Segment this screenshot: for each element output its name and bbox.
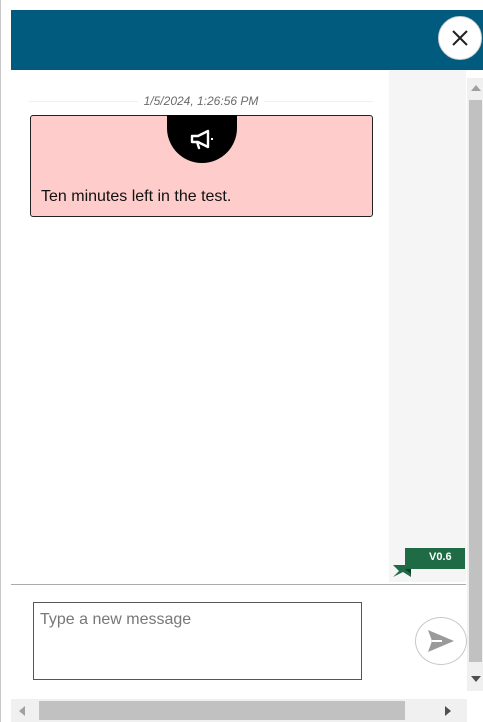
announcement-badge (167, 115, 237, 163)
composer-divider (11, 584, 466, 585)
scroll-down-arrow-icon[interactable] (471, 676, 481, 682)
scroll-left-arrow-icon[interactable] (19, 706, 25, 716)
horizontal-scroll-thumb[interactable] (39, 701, 405, 720)
chat-window: 1/5/2024, 1:26:56 PM Ten minutes left in… (0, 0, 483, 722)
close-icon (452, 30, 468, 46)
scroll-right-arrow-icon[interactable] (445, 706, 451, 716)
send-button[interactable] (415, 617, 467, 665)
vertical-scrollbar[interactable] (467, 78, 483, 691)
horizontal-scrollbar[interactable] (11, 699, 467, 722)
vertical-scroll-thumb[interactable] (469, 100, 482, 662)
scroll-up-arrow-icon[interactable] (471, 85, 481, 91)
send-icon (428, 630, 454, 652)
message-timestamp: 1/5/2024, 1:26:56 PM (137, 92, 265, 110)
announcement-message: Ten minutes left in the test. (30, 115, 373, 217)
message-timestamp-row: 1/5/2024, 1:26:56 PM (29, 92, 373, 110)
message-input-placeholder: Type a new message (40, 611, 192, 628)
close-button[interactable] (438, 16, 482, 60)
message-text: Ten minutes left in the test. (41, 188, 232, 205)
message-input[interactable]: Type a new message (33, 602, 362, 680)
chat-header (11, 10, 483, 70)
version-ribbon: V0.6 (393, 547, 465, 577)
message-panel-gutter (389, 70, 466, 582)
megaphone-icon (190, 129, 213, 150)
version-label: V0.6 (429, 551, 452, 563)
